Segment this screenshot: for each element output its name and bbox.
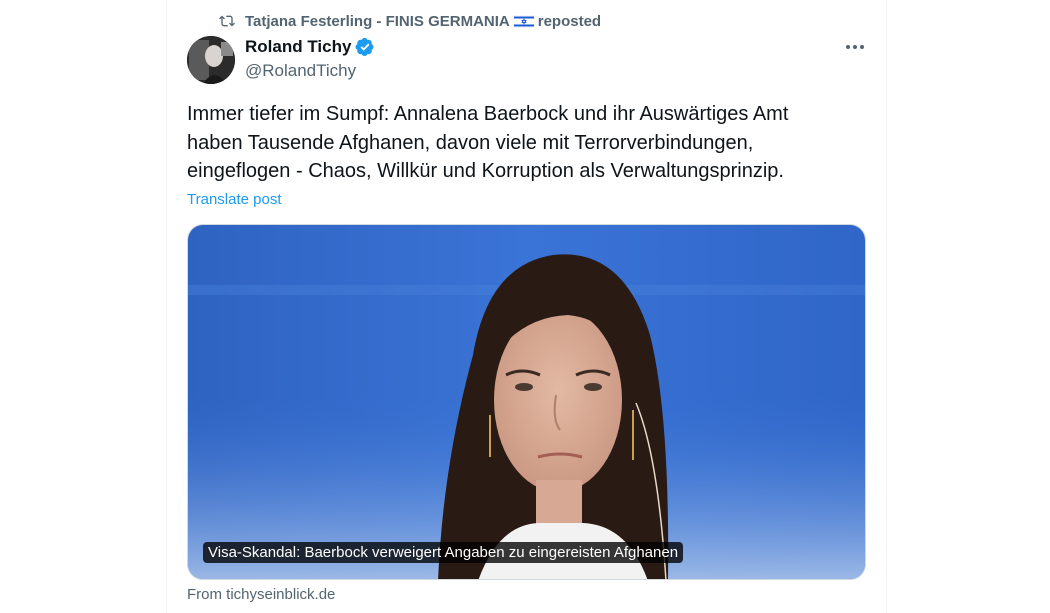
link-card-title[interactable]: Visa-Skandal: Baerbock verweigert Angabe…: [203, 542, 684, 563]
repost-user-name[interactable]: Tatjana Festerling - FINIS GERMANIA: [245, 13, 510, 30]
post-text-line: eingeflogen - Chaos, Willkür und Korrupt…: [187, 160, 784, 182]
post-text-line: Immer tiefer im Sumpf: Annalena Baerbock…: [187, 103, 789, 125]
israel-flag-icon: [513, 14, 534, 28]
link-card-image[interactable]: Visa-Skandal: Baerbock verweigert Angabe…: [187, 224, 866, 580]
article-photo: [188, 225, 865, 579]
author-handle[interactable]: @RolandTichy: [245, 61, 375, 81]
post-text-line: haben Tausende Afghanen, davon viele mit…: [187, 131, 754, 154]
author-block: Roland Tichy @RolandTichy: [245, 36, 375, 81]
post-text: Immer tiefer im Sumpf: Annalena Baerbock…: [187, 100, 847, 186]
verified-badge-icon[interactable]: [355, 37, 375, 57]
more-options-icon[interactable]: [844, 36, 866, 58]
link-card-source[interactable]: From tichyseinblick.de: [187, 586, 335, 603]
repost-indicator[interactable]: Tatjana Festerling - FINIS GERMANIA repo…: [219, 11, 601, 31]
avatar[interactable]: [187, 36, 235, 84]
translate-post-link[interactable]: Translate post: [187, 191, 282, 208]
repost-label: reposted: [537, 12, 602, 30]
timeline-column: Tatjana Festerling - FINIS GERMANIA repo…: [166, 0, 887, 613]
author-name[interactable]: Roland Tichy: [245, 37, 351, 57]
repost-icon: [219, 15, 235, 27]
